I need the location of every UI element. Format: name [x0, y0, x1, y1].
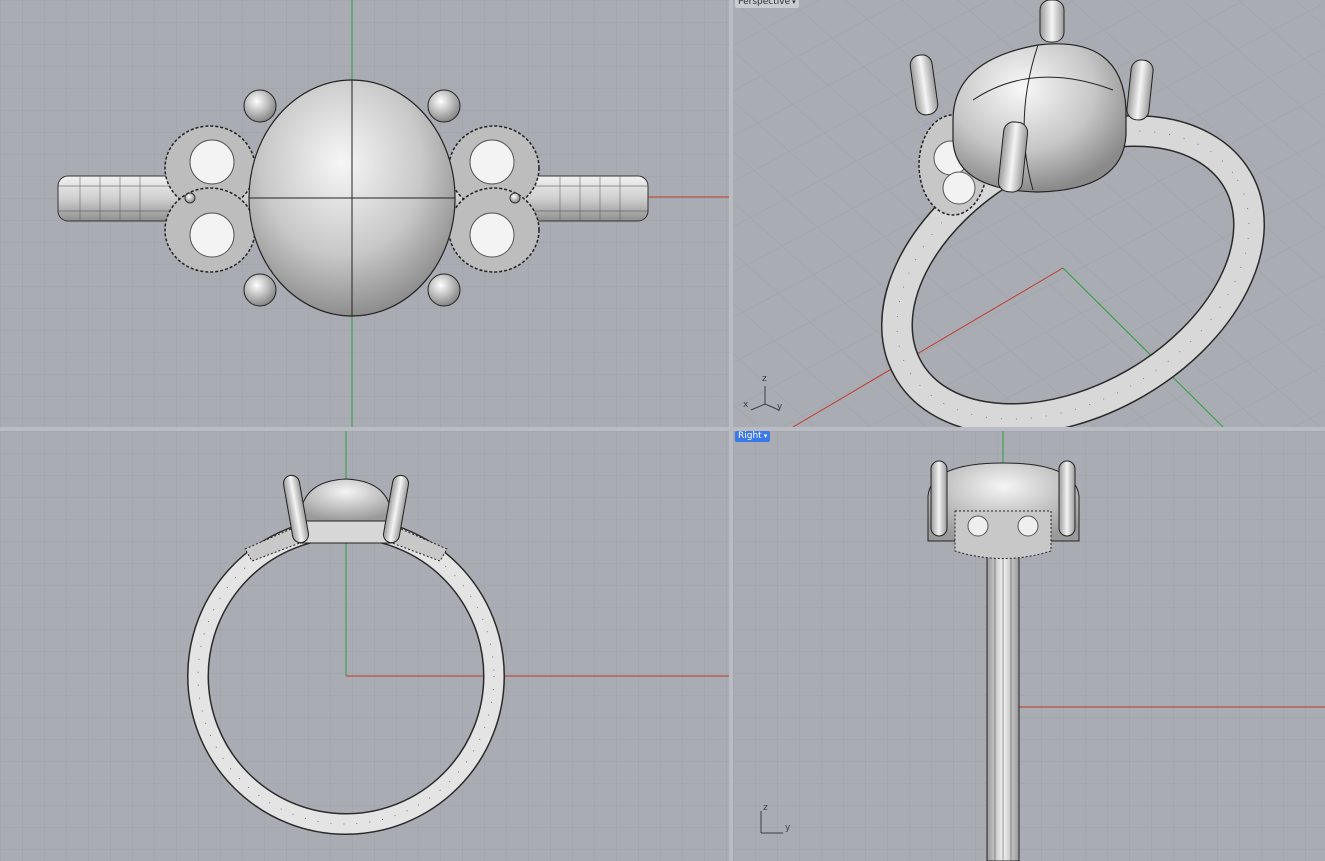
gizmo-y-label: y — [777, 402, 783, 412]
right-view-canvas — [733, 431, 1325, 861]
gizmo-z-label: z — [762, 374, 767, 384]
viewport-right[interactable]: Right ▾ z y — [733, 431, 1325, 861]
viewport-front[interactable] — [0, 431, 729, 861]
front-view-canvas — [0, 431, 729, 861]
halo-front — [954, 510, 1052, 559]
gizmo-x-label: x — [743, 400, 749, 410]
viewport-label: Right — [738, 431, 762, 441]
viewport-label: Perspective — [738, 0, 791, 7]
viewport-tab-right[interactable]: Right ▾ — [735, 431, 771, 442]
ring-shank — [986, 540, 1020, 861]
top-view-canvas — [0, 0, 729, 427]
axes-gizmo-icon — [760, 811, 783, 834]
viewport-top[interactable] — [0, 0, 729, 427]
gizmo-y-label: y — [785, 823, 791, 833]
chevron-down-icon[interactable]: ▾ — [764, 431, 768, 442]
perspective-view-canvas — [733, 0, 1325, 427]
axes-gizmo-icon — [750, 386, 780, 411]
chevron-down-icon[interactable]: ▾ — [792, 0, 796, 8]
viewport-perspective[interactable]: Perspective ▾ z x y — [733, 0, 1325, 427]
gizmo-z-label: z — [763, 803, 768, 813]
viewport-tab-perspective[interactable]: Perspective ▾ — [735, 0, 799, 8]
center-pearl — [248, 79, 456, 317]
